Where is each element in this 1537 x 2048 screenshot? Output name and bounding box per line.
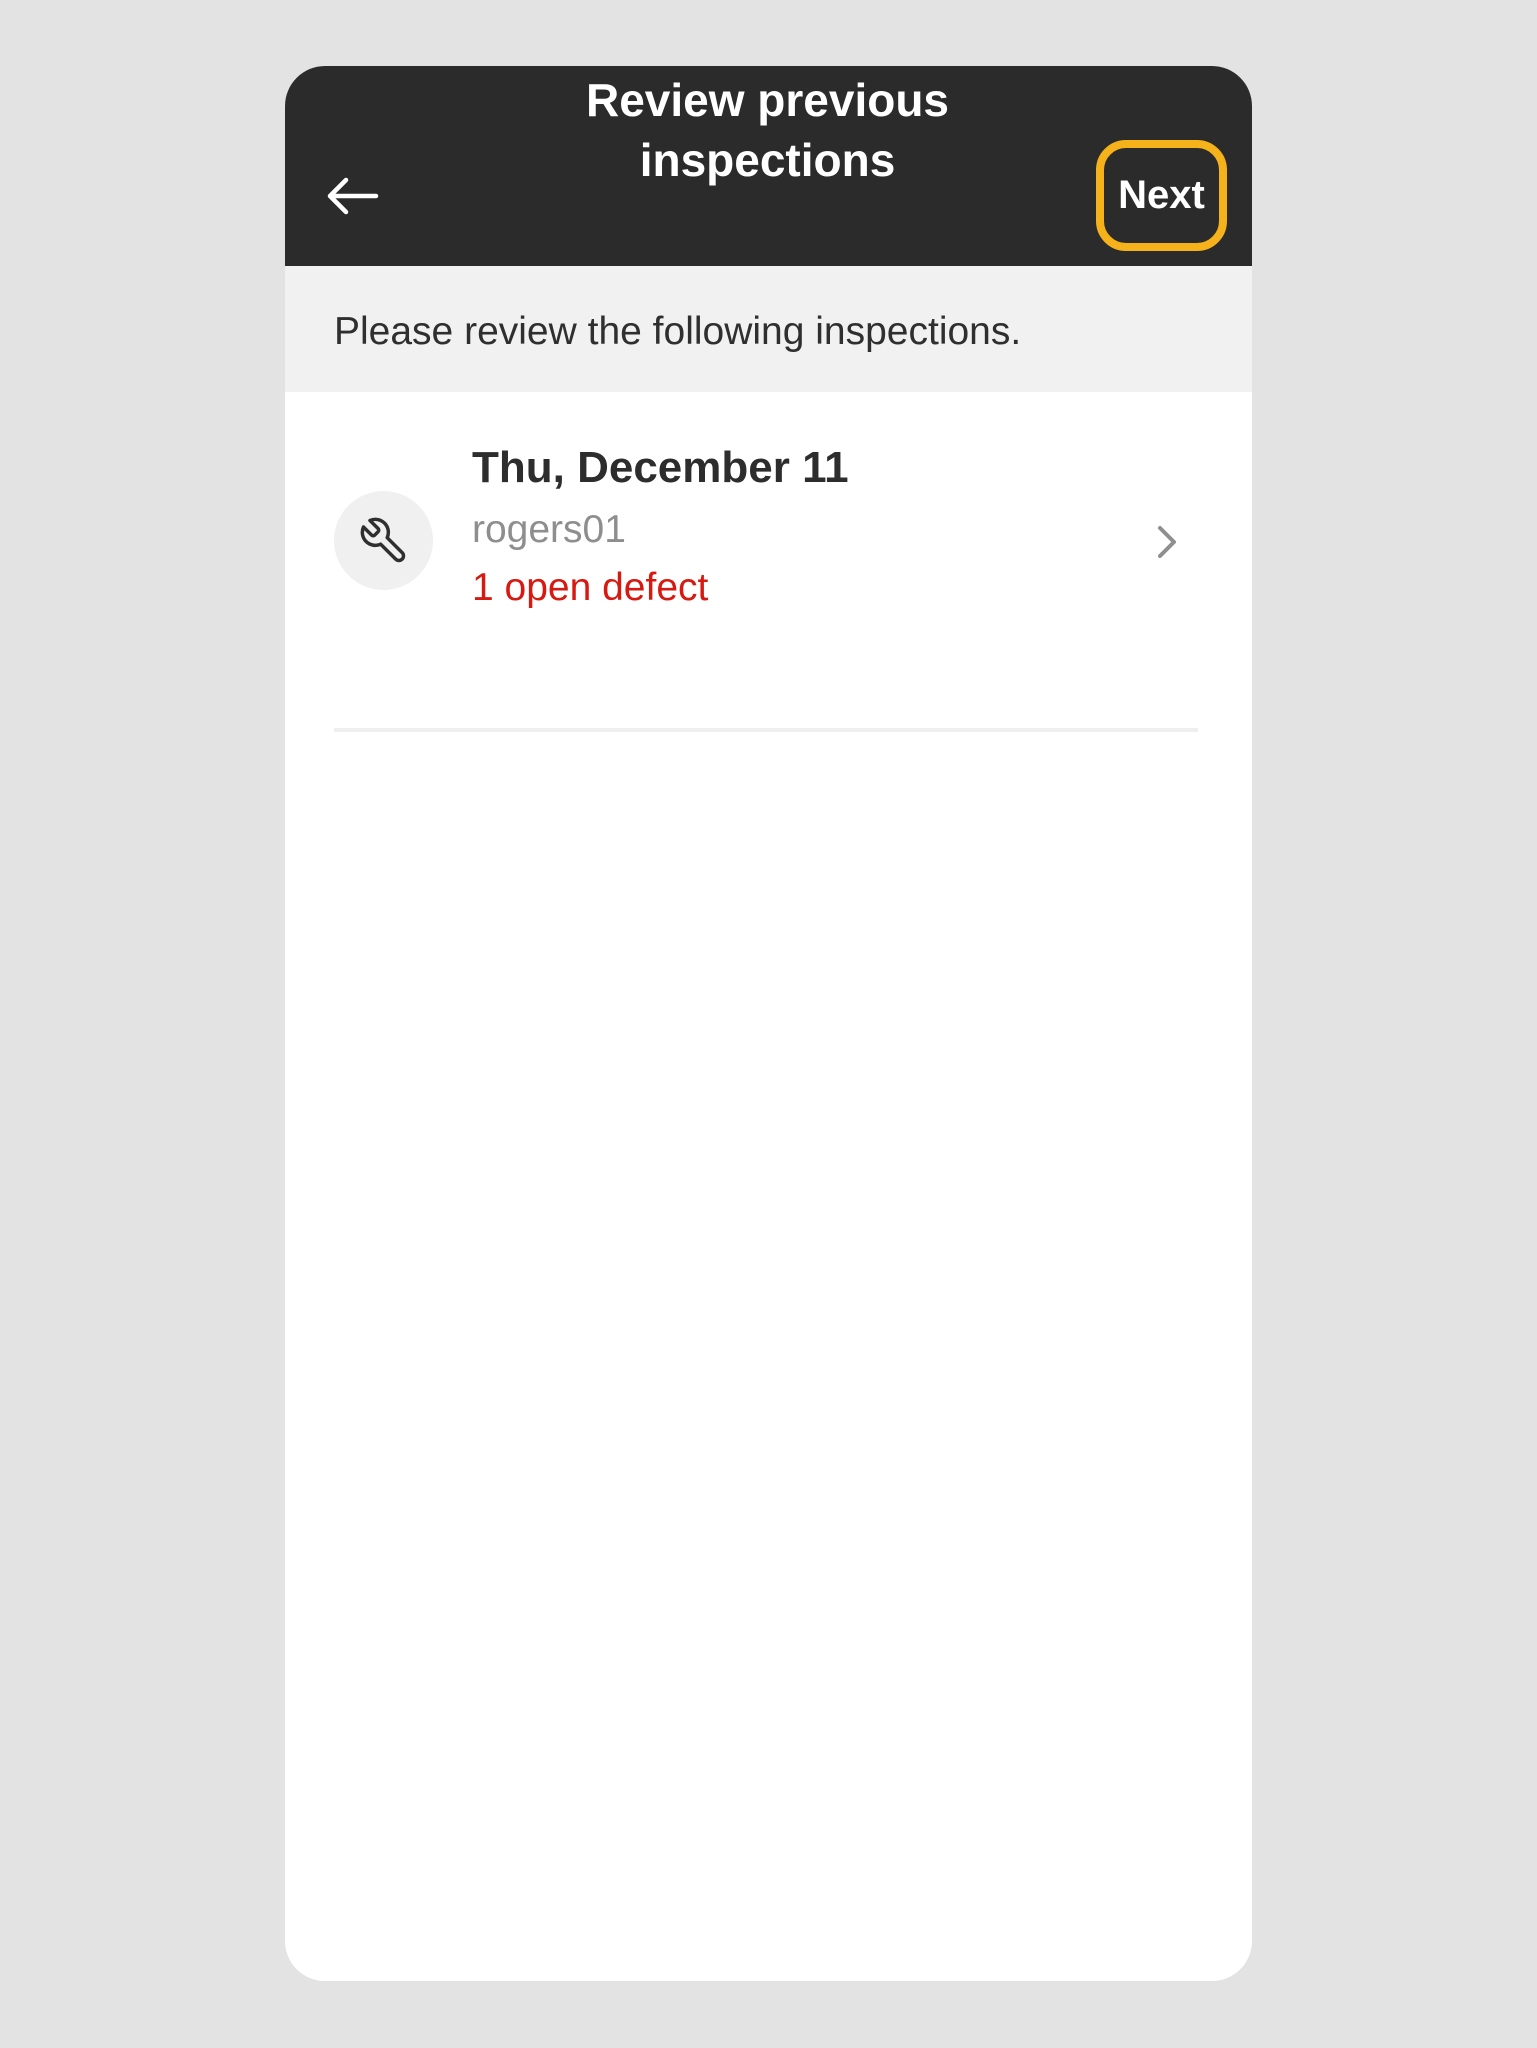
page-title: Review previous inspections [585,74,950,186]
chevron-right-icon [1134,510,1198,574]
list-divider [334,728,1198,732]
arrow-left-icon [327,177,379,215]
inspection-user: rogers01 [472,508,626,551]
next-button[interactable]: Next [1096,140,1227,251]
app-frame: Review previous inspections Next Please … [0,0,1537,2048]
inspection-avatar [334,491,433,590]
wrench-icon [360,517,405,562]
info-banner-text: Please review the following inspections. [334,310,1022,353]
inspection-list-item[interactable]: Thu, December 11 rogers01 1 open defect [334,392,1198,728]
inspection-defect-count: 1 open defect [472,566,709,609]
phone-screen: Review previous inspections Next Please … [285,66,1252,1981]
back-button[interactable] [321,164,385,228]
info-banner: Please review the following inspections. [285,266,1252,392]
top-app-bar: Review previous inspections Next [285,66,1252,266]
inspection-date: Thu, December 11 [472,443,849,492]
